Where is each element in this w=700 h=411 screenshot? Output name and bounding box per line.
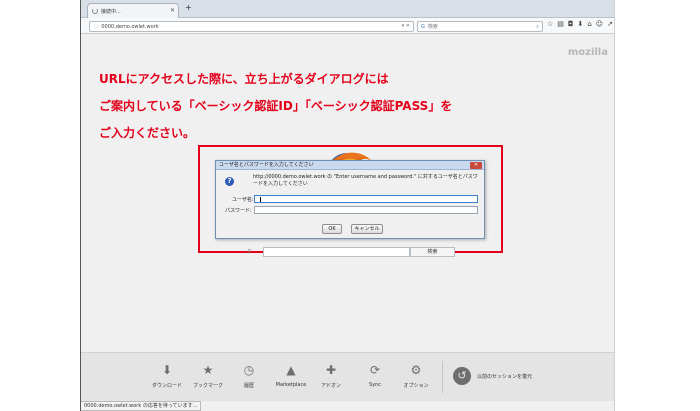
launcher-divider bbox=[442, 361, 443, 393]
gear-icon: ⚙ bbox=[410, 363, 422, 377]
launcher-label: オプション bbox=[403, 383, 429, 389]
pocket-icon[interactable]: ◘ bbox=[568, 20, 574, 28]
instruction-line-1: URLにアクセスした際に、立ち上がるダイアログには bbox=[99, 72, 389, 86]
launcher-marketplace[interactable]: ▲ Marketplace bbox=[271, 363, 311, 388]
launcher-sync[interactable]: ⟳ Sync bbox=[355, 363, 395, 388]
reading-list-icon[interactable]: ▤ bbox=[557, 20, 564, 28]
url-text: 0000.demo.owlet.work bbox=[101, 23, 159, 30]
auth-dialog: ユーザ名とパスワードを入力してください ✕ ? http://0000.demo… bbox=[215, 160, 485, 239]
dialog-title-text: ユーザ名とパスワードを入力してください bbox=[219, 162, 314, 168]
username-field[interactable] bbox=[254, 195, 478, 203]
instruction-text: URLにアクセスした際に、立ち上がるダイアログには ご案内している「ベーシック認… bbox=[99, 66, 452, 147]
launcher-label: Sync bbox=[368, 382, 382, 388]
sync-icon: ⟳ bbox=[369, 363, 381, 377]
dialog-close-icon[interactable]: ✕ bbox=[470, 162, 482, 169]
page-content: mozilla URLにアクセスした際に、立ち上がるダイアログには ご案内してい… bbox=[81, 35, 614, 355]
puzzle-icon: ✚ bbox=[325, 363, 337, 377]
mozilla-wordmark: mozilla bbox=[567, 47, 608, 58]
launcher-bar: ⬇ ダウンロード ★ ブックマーク ◷ 履歴 ▲ Marketplace ✚ ア… bbox=[81, 352, 614, 401]
launcher-options[interactable]: ⚙ オプション bbox=[396, 363, 436, 389]
cancel-button[interactable]: キャンセル bbox=[351, 224, 383, 234]
instruction-line-3: ご入力ください。 bbox=[99, 126, 196, 140]
browser-window: 接続中... ✕ + ◌ 0000.demo.owlet.work ▾ ✕ G … bbox=[80, 0, 615, 411]
url-bar[interactable]: ◌ 0000.demo.owlet.work ▾ ✕ bbox=[89, 21, 414, 32]
launcher-addons[interactable]: ✚ アドオン bbox=[311, 363, 351, 389]
home-icon[interactable]: ⌂ bbox=[587, 20, 591, 28]
stop-icon[interactable]: ▾ ✕ bbox=[402, 23, 410, 29]
home-search-input[interactable] bbox=[263, 247, 410, 257]
home-search-button[interactable]: 検索 bbox=[410, 247, 455, 257]
download-icon: ⬇ bbox=[161, 363, 173, 377]
instruction-line-2: ご案内している「ベーシック認証ID」「ベーシック認証PASS」を bbox=[99, 99, 453, 113]
rocket-icon: ▲ bbox=[286, 363, 296, 377]
launcher-label: アドオン bbox=[320, 383, 341, 389]
search-placeholder: 検索 bbox=[427, 24, 438, 30]
search-bar[interactable]: G 検索 ⌕ bbox=[417, 21, 543, 32]
globe-icon: ◌ bbox=[94, 23, 99, 30]
star-icon: ★ bbox=[202, 363, 214, 377]
search-icon[interactable]: ⌕ bbox=[536, 24, 539, 30]
password-label: パスワード: bbox=[225, 208, 252, 214]
navigation-bar: ◌ 0000.demo.owlet.work ▾ ✕ G 検索 ⌕ ☆ ▤ ◘ … bbox=[81, 18, 614, 34]
launcher-label: 履歴 bbox=[243, 383, 254, 389]
new-tab-button[interactable]: + bbox=[185, 3, 192, 12]
search-engine-icon: G bbox=[421, 23, 425, 30]
clock-icon: ◷ bbox=[243, 363, 255, 377]
launcher-downloads[interactable]: ⬇ ダウンロード bbox=[147, 363, 187, 389]
dialog-message: http://0000.demo.owlet.work の "Enter use… bbox=[253, 174, 478, 187]
ok-button[interactable]: OK bbox=[322, 224, 342, 234]
bookmark-star-icon[interactable]: ☆ bbox=[547, 20, 553, 28]
username-label: ユーザ名: bbox=[232, 197, 254, 203]
toolbar-icons: ☆ ▤ ◘ ⬇ ⌂ ☺ ↗ ≡ bbox=[547, 20, 614, 28]
launcher-history[interactable]: ◷ 履歴 bbox=[229, 363, 269, 389]
tab-loading[interactable]: 接続中... ✕ bbox=[87, 3, 179, 18]
share-icon[interactable]: ↗ bbox=[607, 20, 613, 28]
launcher-bookmarks[interactable]: ★ ブックマーク bbox=[188, 363, 228, 389]
tab-close-icon[interactable]: ✕ bbox=[170, 7, 175, 14]
launcher-label: Marketplace bbox=[275, 382, 307, 388]
tab-strip: 接続中... ✕ + bbox=[81, 0, 614, 18]
dialog-title: ユーザ名とパスワードを入力してください ✕ bbox=[216, 161, 484, 170]
status-bar: 0000.demo.owlet.work の応答を待っています... bbox=[81, 401, 202, 411]
search-magnifier-icon: ⌕ bbox=[247, 246, 253, 256]
question-icon: ? bbox=[225, 177, 234, 186]
tab-title: 接続中... bbox=[101, 8, 121, 15]
download-toolbar-icon[interactable]: ⬇ bbox=[577, 20, 583, 28]
restore-session-button[interactable]: ↺ 以前のセッションを復元 bbox=[453, 367, 532, 385]
restore-icon: ↺ bbox=[453, 367, 471, 385]
launcher-label: ダウンロード bbox=[151, 383, 182, 389]
restore-label: 以前のセッションを復元 bbox=[477, 373, 533, 380]
launcher-label: ブックマーク bbox=[192, 383, 223, 389]
chat-icon[interactable]: ☺ bbox=[596, 20, 603, 28]
loading-spinner-icon bbox=[92, 8, 98, 14]
password-field[interactable] bbox=[254, 206, 478, 214]
text-caret bbox=[260, 197, 261, 202]
